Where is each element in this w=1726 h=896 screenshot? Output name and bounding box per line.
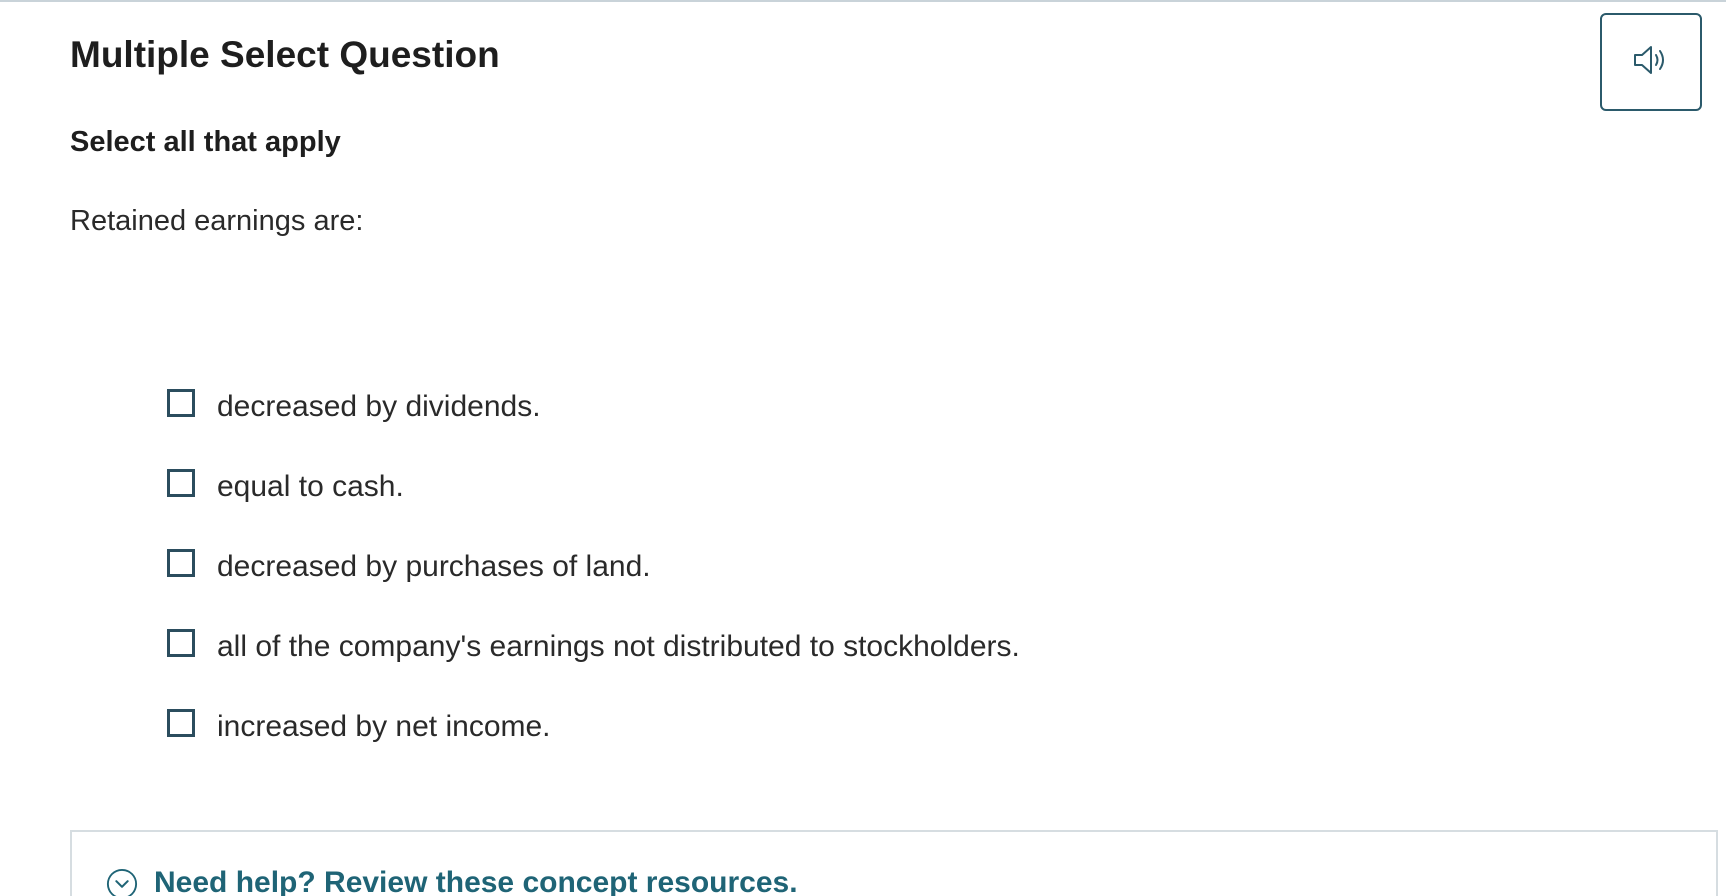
- question-type-title: Multiple Select Question: [70, 34, 500, 75]
- concept-resources-link: Need help? Review these concept resource…: [154, 866, 798, 896]
- concept-resources-panel: Need help? Review these concept resource…: [70, 830, 1718, 896]
- read-aloud-button[interactable]: [1600, 13, 1702, 111]
- answer-option[interactable]: decreased by dividends.: [167, 367, 1020, 447]
- concept-resources-toggle[interactable]: Need help? Review these concept resource…: [106, 866, 798, 896]
- answer-option[interactable]: all of the company's earnings not distri…: [167, 607, 1020, 687]
- answer-option[interactable]: decreased by purchases of land.: [167, 527, 1020, 607]
- answer-options-list: decreased by dividends. equal to cash. d…: [167, 367, 1020, 767]
- speaker-icon: [1631, 43, 1671, 82]
- question-prompt: Retained earnings are:: [70, 205, 364, 237]
- option-label: decreased by purchases of land.: [217, 550, 651, 583]
- option-checkbox[interactable]: [167, 709, 195, 737]
- option-checkbox[interactable]: [167, 629, 195, 657]
- answer-option[interactable]: equal to cash.: [167, 447, 1020, 527]
- chevron-down-circle-icon: [106, 867, 138, 896]
- question-instruction: Select all that apply: [70, 126, 341, 158]
- option-label: decreased by dividends.: [217, 390, 541, 423]
- answer-option[interactable]: increased by net income.: [167, 687, 1020, 767]
- option-label: all of the company's earnings not distri…: [217, 630, 1020, 663]
- option-checkbox[interactable]: [167, 389, 195, 417]
- option-label: increased by net income.: [217, 710, 551, 743]
- option-checkbox[interactable]: [167, 469, 195, 497]
- question-page: Multiple Select Question Select all that…: [0, 0, 1726, 896]
- option-label: equal to cash.: [217, 470, 404, 503]
- option-checkbox[interactable]: [167, 549, 195, 577]
